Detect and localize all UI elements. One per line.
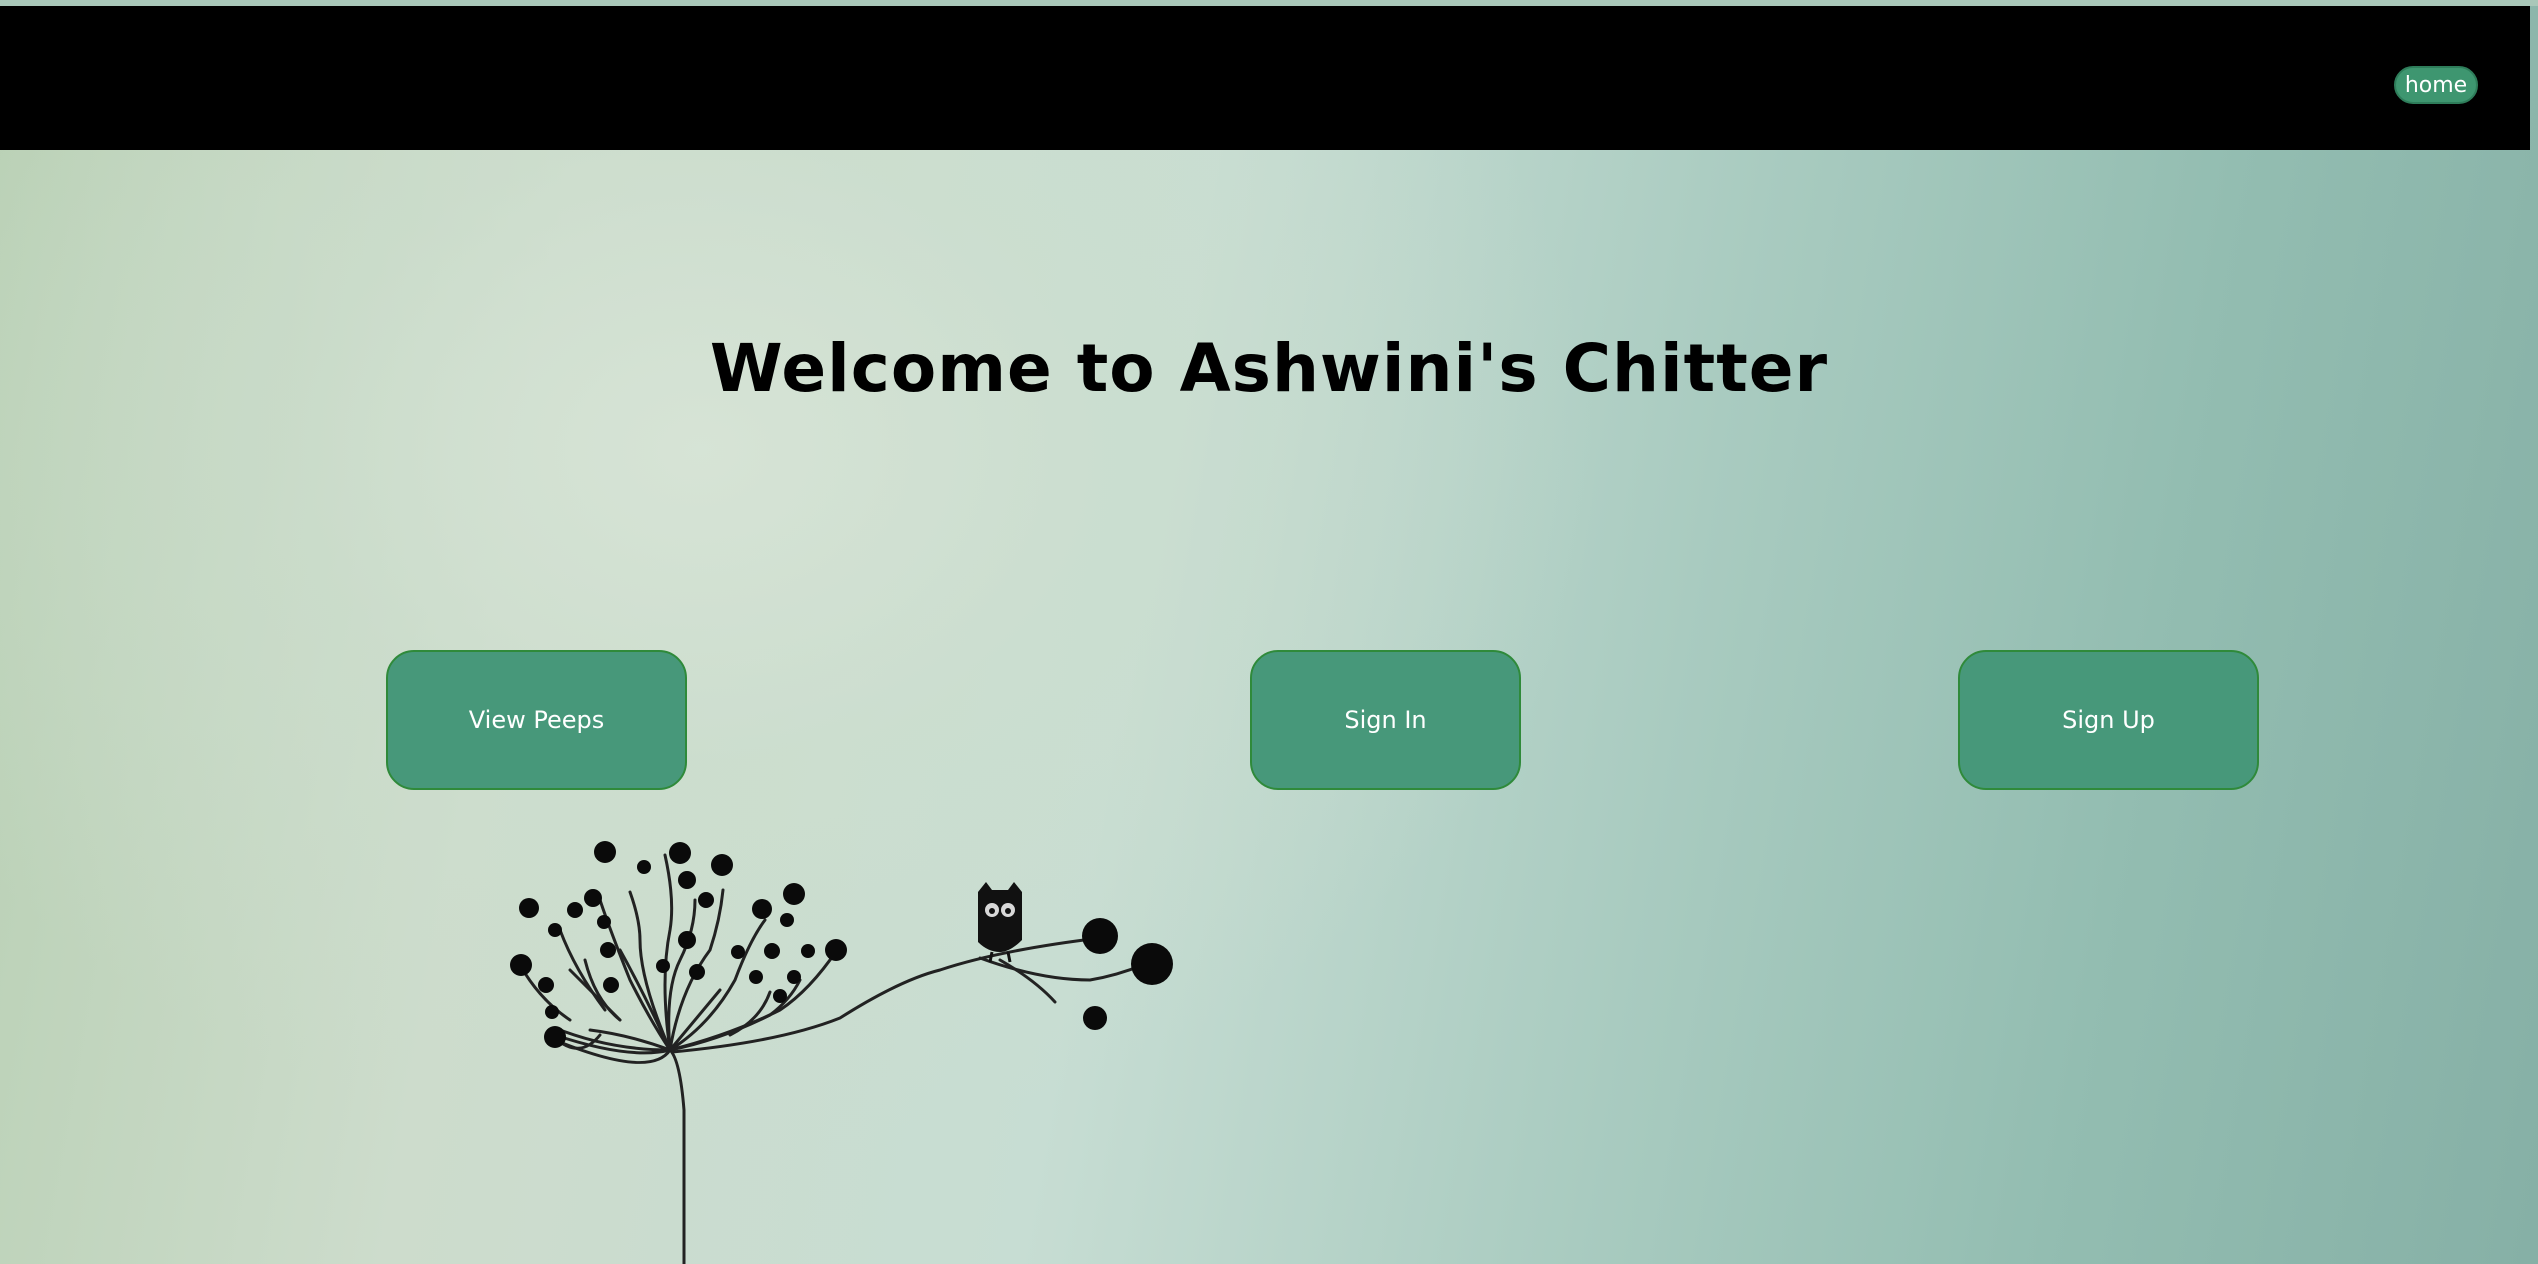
sign-up-button[interactable]: Sign Up (1958, 650, 2259, 790)
home-button[interactable]: home (2394, 66, 2478, 104)
tree-owl-illustration (510, 841, 1173, 1264)
sign-in-button[interactable]: Sign In (1250, 650, 1521, 790)
navbar: home (0, 6, 2530, 150)
view-peeps-button[interactable]: View Peeps (386, 650, 687, 790)
page-title: Welcome to Ashwini's Chitter (709, 330, 1829, 407)
